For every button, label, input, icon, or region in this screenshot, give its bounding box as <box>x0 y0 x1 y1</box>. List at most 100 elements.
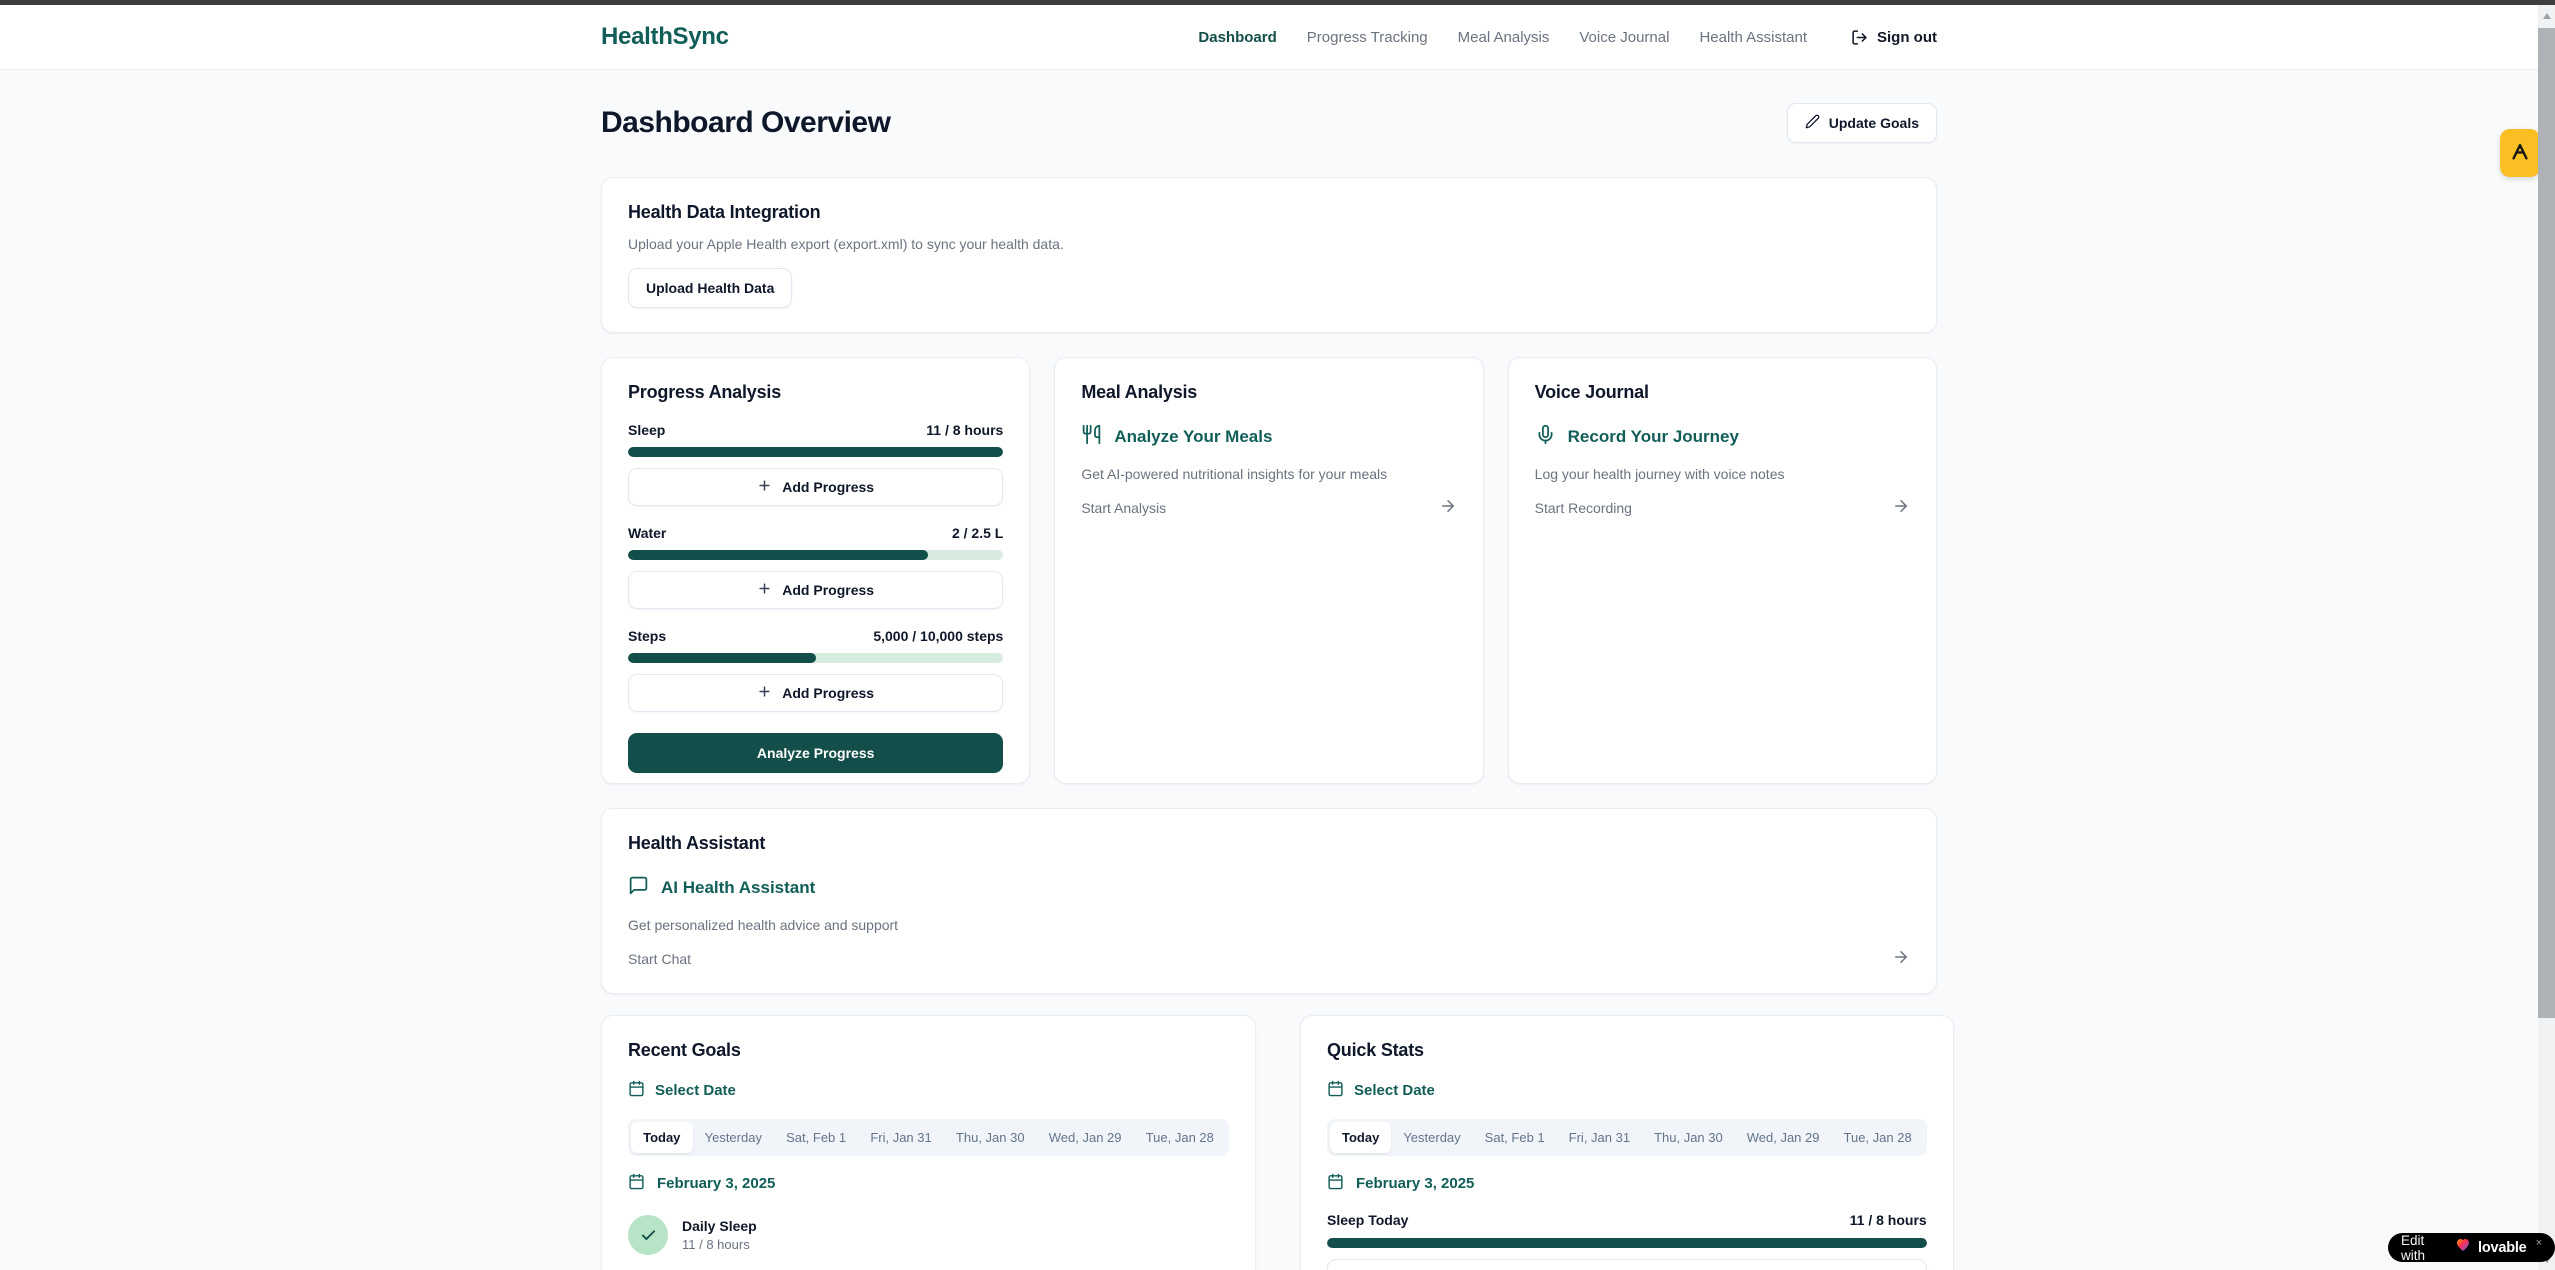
health-data-integration-card: Health Data Integration Upload your Appl… <box>601 177 1937 333</box>
edit-with-lovable-badge[interactable]: Edit with lovable × <box>2388 1233 2555 1262</box>
nav-meal-analysis[interactable]: Meal Analysis <box>1458 29 1550 46</box>
progress-bar-fill <box>628 653 816 663</box>
analyze-progress-button[interactable]: Analyze Progress <box>628 733 1003 773</box>
calendar-icon <box>1327 1080 1344 1101</box>
pencil-icon <box>1805 114 1820 132</box>
metric-sleep: Sleep 11 / 8 hours Add Progress <box>628 422 1003 506</box>
date-tabs: Today Yesterday Sat, Feb 1 Fri, Jan 31 T… <box>628 1119 1229 1156</box>
floating-widget-button[interactable] <box>2500 129 2540 177</box>
utensils-icon <box>1081 424 1102 450</box>
select-date-button[interactable]: Select Date <box>1327 1080 1927 1101</box>
date-tab-today[interactable]: Today <box>1330 1122 1391 1153</box>
date-tab-tue-jan-28[interactable]: Tue, Jan 28 <box>1832 1122 1924 1153</box>
assistant-title: Health Assistant <box>628 833 1910 854</box>
meal-description: Get AI-powered nutritional insights for … <box>1081 466 1456 482</box>
date-tab-wed-jan-29[interactable]: Wed, Jan 29 <box>1735 1122 1832 1153</box>
health-assistant-card: Health Assistant AI Health Assistant Get… <box>601 808 1937 994</box>
a-logo-icon <box>2509 141 2531 166</box>
add-progress-steps-button[interactable]: Add Progress <box>628 674 1003 712</box>
goal-value: 11 / 8 hours <box>682 1237 757 1252</box>
page-title: Dashboard Overview <box>601 106 890 140</box>
calendar-icon <box>628 1173 645 1194</box>
analyze-your-meals-link[interactable]: Analyze Your Meals <box>1081 424 1456 450</box>
date-tabs: Today Yesterday Sat, Feb 1 Fri, Jan 31 T… <box>1327 1119 1927 1156</box>
update-goals-button[interactable]: Update Goals <box>1787 103 1937 143</box>
metric-water: Water 2 / 2.5 L Add Progress <box>628 525 1003 609</box>
close-icon[interactable]: × <box>2536 1237 2542 1249</box>
select-date-button[interactable]: Select Date <box>628 1080 1229 1101</box>
quick-stats-card: Quick Stats Select Date Today Yesterday … <box>1300 1015 1954 1270</box>
progress-bar-fill <box>628 447 1003 457</box>
plus-icon <box>757 581 772 599</box>
plus-icon <box>757 684 772 702</box>
log-out-icon <box>1851 29 1868 46</box>
heart-icon <box>2455 1237 2471 1258</box>
scrollbar-thumb[interactable] <box>2538 28 2555 1018</box>
progress-bar-fill <box>628 550 928 560</box>
app-header: HealthSync Dashboard Progress Tracking M… <box>0 5 2538 70</box>
nav-voice-journal[interactable]: Voice Journal <box>1579 29 1669 46</box>
add-progress-sleep-button[interactable]: Add Progress <box>628 468 1003 506</box>
progress-bar <box>628 653 1003 663</box>
microphone-icon <box>1535 424 1556 450</box>
date-tab-wed-jan-29[interactable]: Wed, Jan 29 <box>1037 1122 1134 1153</box>
add-progress-water-button[interactable]: Add Progress <box>628 571 1003 609</box>
start-chat-action[interactable]: Start Chat <box>628 948 1910 969</box>
nav-health-assistant[interactable]: Health Assistant <box>1699 29 1807 46</box>
voice-title: Voice Journal <box>1535 382 1910 403</box>
stat-value: 11 / 8 hours <box>1850 1212 1927 1228</box>
main-nav: Dashboard Progress Tracking Meal Analysi… <box>1198 29 1937 46</box>
metric-value: 2 / 2.5 L <box>952 525 1003 541</box>
meal-title: Meal Analysis <box>1081 382 1456 403</box>
assistant-description: Get personalized health advice and suppo… <box>628 917 1910 933</box>
date-tab-fri-jan-31[interactable]: Fri, Jan 31 <box>1557 1122 1642 1153</box>
selected-date[interactable]: February 3, 2025 <box>628 1173 1229 1194</box>
start-analysis-action[interactable]: Start Analysis <box>1081 497 1456 518</box>
app-logo: HealthSync <box>601 23 729 51</box>
date-tab-sat-feb-1[interactable]: Sat, Feb 1 <box>1473 1122 1557 1153</box>
ai-health-assistant-link[interactable]: AI Health Assistant <box>628 875 1910 901</box>
vertical-scrollbar[interactable] <box>2538 5 2555 1270</box>
date-tab-today[interactable]: Today <box>631 1122 693 1153</box>
meal-analysis-card: Meal Analysis Analyze Your Meals Get AI-… <box>1054 357 1483 784</box>
date-tab-thu-jan-30[interactable]: Thu, Jan 30 <box>1642 1122 1735 1153</box>
recent-goals-title: Recent Goals <box>628 1040 1229 1061</box>
record-your-journey-link[interactable]: Record Your Journey <box>1535 424 1910 450</box>
calendar-icon <box>628 1080 645 1101</box>
scroll-up-arrow[interactable] <box>2538 7 2555 24</box>
arrow-right-icon <box>1892 948 1910 969</box>
metric-steps: Steps 5,000 / 10,000 steps Add Progress <box>628 628 1003 712</box>
metric-label: Sleep <box>628 422 665 438</box>
date-tab-thu-jan-30[interactable]: Thu, Jan 30 <box>944 1122 1037 1153</box>
sign-out-button[interactable]: Sign out <box>1851 29 1937 46</box>
integration-description: Upload your Apple Health export (export.… <box>628 236 1910 252</box>
progress-bar-fill <box>1327 1238 1927 1248</box>
progress-bar <box>628 447 1003 457</box>
arrow-right-icon <box>1892 497 1910 518</box>
progress-title: Progress Analysis <box>628 382 1003 403</box>
check-circle-icon <box>628 1215 668 1255</box>
metric-value: 11 / 8 hours <box>926 422 1003 438</box>
arrow-right-icon <box>1439 497 1457 518</box>
date-tab-sat-feb-1[interactable]: Sat, Feb 1 <box>774 1122 858 1153</box>
date-tab-yesterday[interactable]: Yesterday <box>1391 1122 1472 1153</box>
progress-analysis-card: Progress Analysis Sleep 11 / 8 hours Add… <box>601 357 1030 784</box>
date-tab-fri-jan-31[interactable]: Fri, Jan 31 <box>858 1122 944 1153</box>
progress-bar <box>628 550 1003 560</box>
nav-progress-tracking[interactable]: Progress Tracking <box>1307 29 1428 46</box>
add-progress-button[interactable]: Add Progress <box>1327 1259 1927 1270</box>
selected-date[interactable]: February 3, 2025 <box>1327 1173 1927 1194</box>
voice-journal-card: Voice Journal Record Your Journey Log yo… <box>1508 357 1937 784</box>
start-recording-action[interactable]: Start Recording <box>1535 497 1910 518</box>
upload-health-data-button[interactable]: Upload Health Data <box>628 268 792 308</box>
integration-title: Health Data Integration <box>628 202 1910 223</box>
metric-label: Water <box>628 525 666 541</box>
date-tab-tue-jan-28[interactable]: Tue, Jan 28 <box>1134 1122 1226 1153</box>
date-tab-yesterday[interactable]: Yesterday <box>693 1122 775 1153</box>
calendar-icon <box>1327 1173 1344 1194</box>
stat-label: Sleep Today <box>1327 1212 1408 1228</box>
voice-description: Log your health journey with voice notes <box>1535 466 1910 482</box>
quick-stats-title: Quick Stats <box>1327 1040 1927 1061</box>
goal-name: Daily Sleep <box>682 1218 757 1234</box>
nav-dashboard[interactable]: Dashboard <box>1198 29 1276 46</box>
